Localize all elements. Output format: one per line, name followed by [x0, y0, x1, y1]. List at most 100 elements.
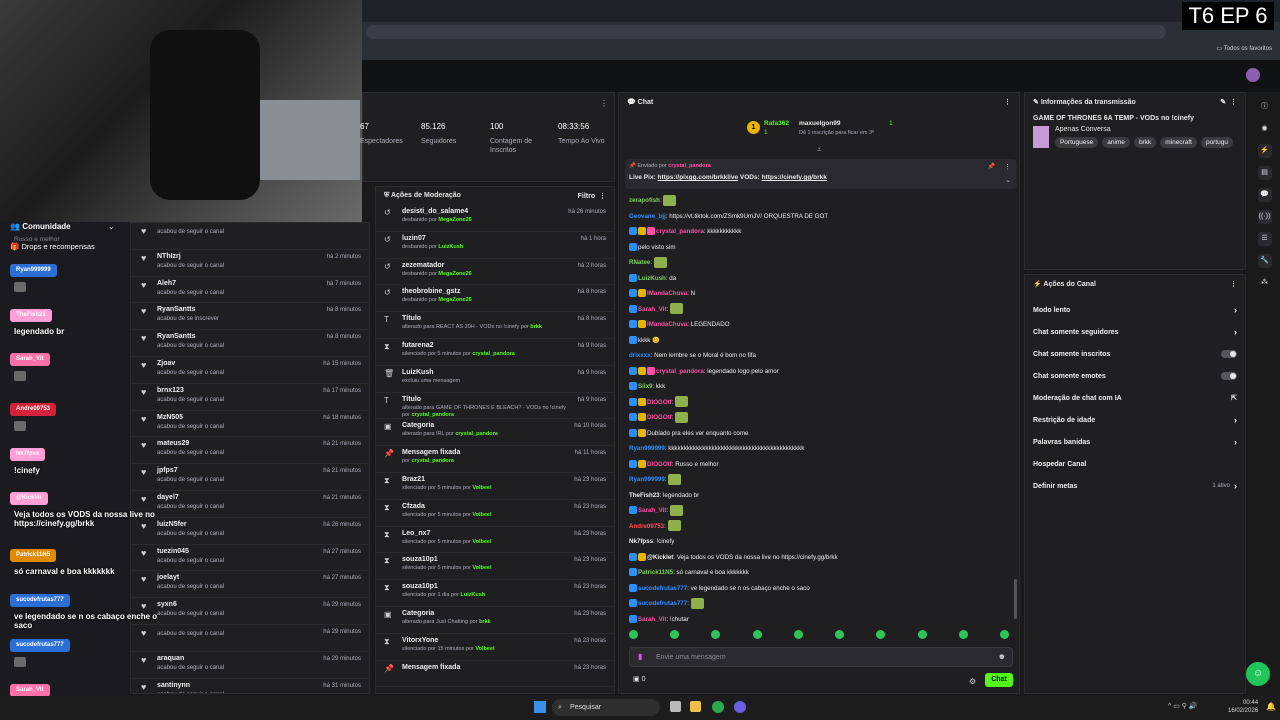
emote-picker-icon[interactable]: [999, 630, 1009, 639]
chat-message[interactable]: kkkk 😊: [619, 333, 1019, 349]
chat-message[interactable]: sucodefrutas777: ve legendado se n os ca…: [619, 581, 1019, 597]
channel-action-row[interactable]: Modo lento ›: [1025, 299, 1245, 321]
chat-username[interactable]: @Kicklet: [647, 554, 673, 561]
follower-row[interactable]: ♥ brnx123 acabou de seguir o canal há 17 mi…: [131, 384, 369, 411]
more-icon[interactable]: ⋮: [1230, 99, 1237, 106]
chat-bubble-icon[interactable]: 💬: [1257, 188, 1272, 202]
follower-row[interactable]: ♥ syxn6 acabou de seguir o canal há 29 minu…: [131, 598, 369, 625]
follower-name[interactable]: Aleh7: [157, 280, 224, 287]
channel-action-row[interactable]: Moderação de chat com IA ⇱: [1025, 387, 1245, 409]
chat-username[interactable]: Ryan999999: [629, 445, 665, 452]
moderation-row[interactable]: ↺ theobrobine_gstz desbanido por MegaZone2…: [376, 285, 614, 313]
stream-tag[interactable]: brkk: [1133, 137, 1157, 148]
follower-name[interactable]: NThIzrj: [157, 253, 224, 260]
follower-name[interactable]: jpfps7: [157, 467, 224, 474]
follower-name[interactable]: tuezin045: [157, 548, 224, 555]
follower-row[interactable]: ♥ araquan acabou de seguir o canal há 29 mi…: [131, 652, 369, 679]
storage-icon[interactable]: ☰: [1257, 232, 1272, 246]
chat-message[interactable]: drixxxx: Nem lembre se o Moral é bom no …: [619, 348, 1019, 364]
chat-username[interactable]: Sarah_Vit: [638, 306, 666, 313]
toggle-switch[interactable]: [1221, 350, 1237, 358]
moderation-row[interactable]: ⧗ Braz21 silenciado por 5 minutos por Volb…: [376, 473, 614, 500]
windows-start-icon[interactable]: [534, 701, 546, 713]
moderator-name[interactable]: Volbeel: [472, 485, 491, 491]
chat-username[interactable]: Geovane_bjj: [629, 213, 666, 220]
moderation-row[interactable]: ⧗ futarena2 silenciado por 5 minutos por c…: [376, 339, 614, 366]
chat-username[interactable]: sucodefrutas777: [638, 585, 687, 592]
chat-input-box[interactable]: ▮ Envie uma mensagem ☻: [629, 647, 1013, 667]
emote-picker-icon[interactable]: [793, 630, 803, 639]
follower-row[interactable]: ♥ acabou de seguir o canal há 29 minutos: [131, 625, 369, 652]
edit-icon[interactable]: ✎: [1220, 99, 1226, 106]
follower-row[interactable]: ♥ MzN505 acabou de seguir o canal há 18 min…: [131, 411, 369, 438]
chat-username[interactable]: Nk7fpss: [629, 538, 653, 545]
chevron-right-icon[interactable]: ›: [1234, 415, 1237, 425]
chat-message[interactable]: Geovane_bjj: https://vt.tiktok.com/ZSmk9…: [619, 209, 1019, 225]
stream-tag[interactable]: portugu: [1200, 137, 1233, 148]
nodes-icon[interactable]: ⁂: [1258, 276, 1272, 290]
more-icon[interactable]: ⋮: [1004, 163, 1011, 171]
chat-message[interactable]: DIOGOtf:: [619, 410, 1019, 426]
channel-action-row[interactable]: Chat somente seguidores ›: [1025, 321, 1245, 343]
moderation-row[interactable]: ⧗ souza10p1 silenciado por 1 dia por LuizK…: [376, 580, 614, 607]
follower-row[interactable]: ♥ santinynn acabou de seguir o canal há 31 …: [131, 679, 369, 693]
moderation-row[interactable]: T Título alterado para REACT AS 20H - VODs…: [376, 312, 614, 339]
drops-rewards[interactable]: 🎁 Drops e recompensas: [10, 242, 95, 251]
channel-action-row[interactable]: Definir metas 1 ativo ›: [1025, 475, 1245, 497]
moderation-target[interactable]: futarena2: [402, 342, 572, 349]
chat-username[interactable]: drixxxx: [629, 352, 651, 359]
follower-name[interactable]: MzN505: [157, 414, 224, 421]
toggle-switch[interactable]: [1221, 372, 1237, 380]
chat-username[interactable]: IMandaChuva: [647, 321, 687, 328]
chat-message[interactable]: Andre09753:: [619, 519, 1019, 535]
moderation-target[interactable]: Braz21: [402, 476, 572, 483]
chat-username[interactable]: IMandaChuva: [647, 290, 687, 297]
moderator-name[interactable]: MegaZone26: [438, 217, 471, 223]
moderation-target[interactable]: Título: [402, 315, 572, 322]
channel-action-row[interactable]: Chat somente emotes: [1025, 365, 1245, 387]
moderator-name[interactable]: brkk: [479, 619, 491, 625]
chat-message[interactable]: crystal_pandora: legendado logo pelo amo…: [619, 364, 1019, 380]
tray-icons[interactable]: ^ ▭ ⚲ 🔊: [1168, 702, 1198, 710]
notification-icon[interactable]: 🔔: [1266, 702, 1276, 711]
address-bar[interactable]: [366, 25, 1166, 39]
chat-message[interactable]: IMandaChuva: LEGENDADO: [619, 317, 1019, 333]
follower-name[interactable]: araquan: [157, 655, 224, 662]
camera-icon[interactable]: ◉: [1258, 122, 1272, 136]
moderation-row[interactable]: ⧗ Cfzada silenciado por 5 minutos por Volb…: [376, 500, 614, 527]
wrench-icon[interactable]: 🔧: [1257, 254, 1272, 268]
chat-message[interactable]: Nk7fpss: !cinefy: [619, 534, 1019, 550]
follower-name[interactable]: luizN5fer: [157, 521, 224, 528]
chevron-right-icon[interactable]: ›: [1234, 305, 1237, 315]
moderator-name[interactable]: crystal_pandora: [472, 351, 515, 357]
follower-name[interactable]: mateus29: [157, 440, 224, 447]
moderator-name[interactable]: brkk: [530, 324, 542, 330]
chat-message[interactable]: Patrick11N5: só carnaval e boa kkkkkkk: [619, 565, 1019, 581]
follower-name[interactable]: joelayt: [157, 574, 224, 581]
chat-input[interactable]: Envie uma mensagem: [656, 654, 726, 661]
follower-row[interactable]: ♥ tuezin045 acabou de seguir o canal há 27 …: [131, 545, 369, 572]
chat-username[interactable]: zerapofish: [629, 197, 660, 204]
pix-link[interactable]: https://pixgg.com/brkklive: [658, 174, 739, 181]
clock[interactable]: 00:44 16/02/2026: [1228, 699, 1258, 715]
community-tab[interactable]: 👥 Comunidade: [10, 222, 71, 231]
favorites-bar[interactable]: ▭ Todos os favoritos: [1216, 45, 1272, 52]
chat-message[interactable]: RNatee:: [619, 255, 1019, 271]
channel-action-row[interactable]: Palavras banidas ›: [1025, 431, 1245, 453]
chat-username[interactable]: Sarah_Vit: [638, 616, 666, 623]
chat-message[interactable]: sucodefrutas777:: [619, 596, 1019, 612]
chat-message[interactable]: Sarah_Vit: !chutar: [619, 612, 1019, 624]
chat-message[interactable]: Dublado pra eles ver enquanto come: [619, 426, 1019, 442]
stream-tag[interactable]: anime: [1102, 137, 1130, 148]
follower-name[interactable]: RyanSantts: [157, 333, 224, 340]
chat-message[interactable]: LuizKush: da: [619, 271, 1019, 287]
follower-row[interactable]: ♥ NThIzrj acabou de seguir o canal há 2 min…: [131, 250, 369, 277]
send-chat-button[interactable]: Chat: [985, 673, 1013, 687]
chat-username[interactable]: crystal_pandora: [656, 228, 704, 235]
chat-message[interactable]: pelo visto sim: [619, 240, 1019, 256]
follower-row[interactable]: ♥ joelayt acabou de seguir o canal há 27 mi…: [131, 571, 369, 599]
follower-name[interactable]: santinynn: [157, 682, 224, 689]
follower-name[interactable]: dayel7: [157, 494, 224, 501]
moderator-name[interactable]: Volbeel: [472, 565, 491, 571]
chrome-icon[interactable]: [712, 701, 724, 713]
